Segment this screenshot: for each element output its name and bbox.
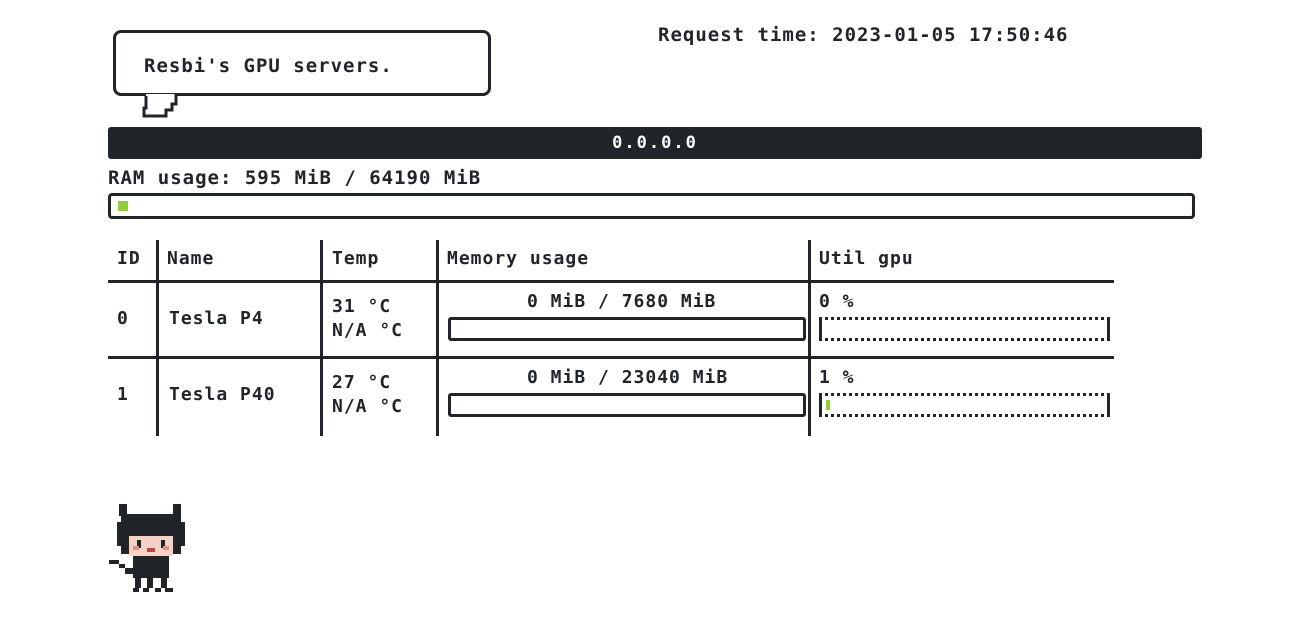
gpu-id: 0 [117,308,129,329]
row-divider [108,356,1114,359]
gpu-temp-secondary: N/A °C [332,320,404,341]
gpu-memory-bar [448,393,806,417]
gpu-id: 1 [117,384,129,405]
gpu-util-fill [826,400,830,410]
gpu-util-text: 0 % [819,291,855,312]
header-name: Name [167,248,215,269]
bubble-title: Resbi's GPU servers. [144,55,393,77]
header-temp: Temp [332,248,380,269]
request-time: Request time: 2023-01-05 17:50:46 [658,24,1069,46]
host-header: 0.0.0.0 [108,127,1202,159]
header-divider [108,280,1114,283]
gpu-util-bar [819,393,1110,417]
gpu-memory-text: 0 MiB / 7680 MiB [527,291,717,312]
gpu-name: Tesla P40 [169,384,276,405]
host-name: 0.0.0.0 [612,133,698,153]
gpu-memory-text: 0 MiB / 23040 MiB [527,367,729,388]
gpu-temp-secondary: N/A °C [332,396,404,417]
gpu-memory-bar [448,317,806,341]
ram-usage-bar [108,193,1195,219]
gpu-util-text: 1 % [819,367,855,388]
octocat-icon [109,504,185,592]
gpu-util-bar [819,317,1110,341]
header-memory: Memory usage [447,248,590,269]
column-divider [320,240,323,436]
header-id: ID [117,248,141,269]
column-divider [436,240,439,436]
speech-bubble: Resbi's GPU servers. [113,30,491,96]
gpu-temp: 31 °C [332,296,392,317]
gpu-temp: 27 °C [332,372,392,393]
column-divider [156,240,159,436]
ram-usage-label: RAM usage: 595 MiB / 64190 MiB [108,167,482,189]
gpu-name: Tesla P4 [169,308,264,329]
column-divider [808,240,811,436]
header-util: Util gpu [819,248,914,269]
speech-bubble-tail-icon [142,94,178,118]
ram-usage-fill [118,201,128,211]
